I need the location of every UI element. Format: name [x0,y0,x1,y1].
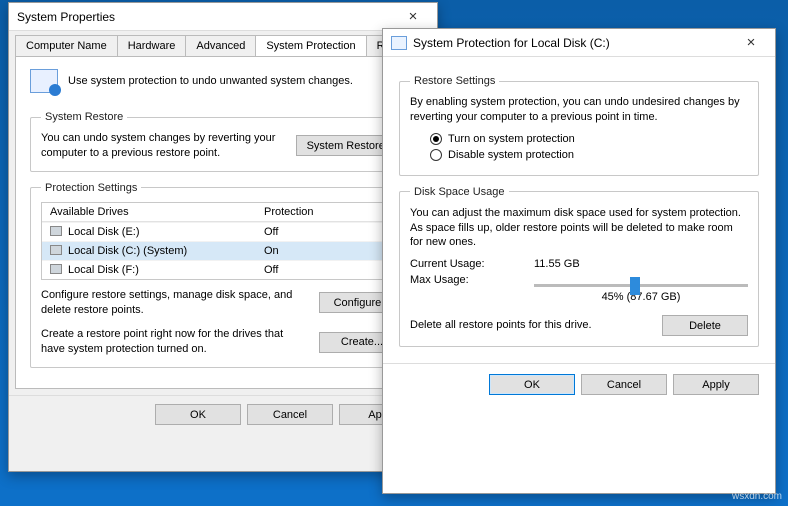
radio-label: Disable system protection [448,149,574,161]
disk-space-usage-group: Disk Space Usage You can adjust the maxi… [399,186,759,348]
drive-icon [50,245,62,255]
current-usage-label: Current Usage: [410,258,510,270]
window-title: System Properties [17,10,395,24]
table-row[interactable]: Local Disk (F:) Off [42,260,404,279]
tab-system-protection[interactable]: System Protection [255,35,366,56]
drive-icon [50,226,62,236]
titlebar: System Properties × [9,3,437,31]
close-icon[interactable]: × [733,34,769,51]
max-usage-label: Max Usage: [410,274,510,303]
window-title: System Protection for Local Disk (C:) [413,36,733,50]
tab-panel: Use system protection to undo unwanted s… [15,56,431,389]
system-restore-legend: System Restore [41,111,127,123]
apply-button[interactable]: Apply [673,374,759,395]
radio-disable[interactable]: Disable system protection [430,149,748,161]
disk-space-usage-legend: Disk Space Usage [410,186,509,198]
drives-table: Available Drives Protection Local Disk (… [41,202,405,280]
system-protection-dialog: System Protection for Local Disk (C:) × … [382,28,776,494]
radio-icon [430,149,442,161]
dialog-body: Restore Settings By enabling system prot… [383,57,775,363]
intro-text: Use system protection to undo unwanted s… [68,75,353,87]
tab-advanced[interactable]: Advanced [185,35,256,56]
tab-strip: Computer Name Hardware Advanced System P… [9,31,437,56]
tab-hardware[interactable]: Hardware [117,35,187,56]
drive-icon [50,264,62,274]
delete-text: Delete all restore points for this drive… [410,318,652,333]
radio-turn-on[interactable]: Turn on system protection [430,133,748,145]
max-usage-row: Max Usage: 45% (87.67 GB) [410,274,748,303]
cancel-button[interactable]: Cancel [581,374,667,395]
col-drives: Available Drives [42,203,256,221]
protection-settings-group: Protection Settings Available Drives Pro… [30,182,416,368]
protection-settings-legend: Protection Settings [41,182,141,194]
ok-button[interactable]: OK [489,374,575,395]
radio-label: Turn on system protection [448,133,575,145]
tab-computer-name[interactable]: Computer Name [15,35,118,56]
intro-row: Use system protection to undo unwanted s… [30,65,416,103]
system-properties-window: System Properties × Computer Name Hardwa… [8,2,438,472]
dialog-footer: OK Cancel Apply [383,363,775,405]
table-header: Available Drives Protection [42,203,404,222]
restore-description: You can undo system changes by reverting… [41,131,286,161]
radio-icon [430,133,442,145]
system-restore-group: System Restore You can undo system chang… [30,111,416,172]
system-protection-icon [30,69,58,93]
delete-button[interactable]: Delete [662,315,748,336]
slider-thumb-icon[interactable] [630,277,640,295]
restore-settings-desc: By enabling system protection, you can u… [410,95,748,125]
current-usage-row: Current Usage: 11.55 GB [410,258,748,270]
drive-name: Local Disk (E:) [68,226,140,238]
drive-name: Local Disk (F:) [68,264,139,276]
dialog-footer: OK Cancel Apply [9,395,437,433]
restore-settings-legend: Restore Settings [410,75,499,87]
configure-text: Configure restore settings, manage disk … [41,288,309,318]
current-usage-value: 11.55 GB [534,258,580,270]
create-text: Create a restore point right now for the… [41,327,309,357]
table-row[interactable]: Local Disk (E:) Off [42,222,404,241]
disk-space-desc: You can adjust the maximum disk space us… [410,206,748,251]
drive-name: Local Disk (C:) (System) [68,245,187,257]
table-row[interactable]: Local Disk (C:) (System) On [42,241,404,260]
ok-button[interactable]: OK [155,404,241,425]
restore-settings-group: Restore Settings By enabling system prot… [399,75,759,176]
max-usage-slider[interactable] [534,284,748,287]
slider-value-label: 45% (87.67 GB) [602,291,681,303]
close-icon[interactable]: × [395,8,431,25]
titlebar: System Protection for Local Disk (C:) × [383,29,775,57]
security-icon [391,36,407,50]
watermark-text: wsxdn.com [732,491,782,502]
cancel-button[interactable]: Cancel [247,404,333,425]
